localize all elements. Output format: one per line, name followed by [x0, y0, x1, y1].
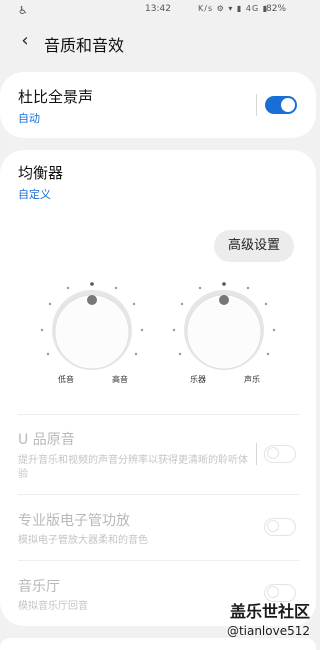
equalizer-preset: 自定义	[18, 188, 51, 201]
instrument-vocal-knob[interactable]	[172, 282, 276, 370]
toggle-knob	[281, 98, 295, 112]
divider	[18, 414, 300, 415]
status-bar: ♿ 13:42 K/s ⚙ ▾ ▮ 4G ▮ 82%	[0, 0, 316, 22]
status-icons: K/s ⚙ ▾ ▮ 4G ▮	[198, 4, 269, 13]
dolby-atmos-toggle[interactable]	[265, 96, 297, 114]
dolby-atmos-title: 杜比全景声	[18, 88, 94, 106]
divider	[18, 494, 300, 495]
dolby-atmos-card[interactable]: 杜比全景声 自动	[0, 72, 316, 138]
knob-dials	[40, 282, 276, 370]
battery-level: 82%	[266, 4, 287, 14]
toggle-knob	[267, 520, 279, 532]
equalizer-knobs: 低音 高音 乐器 声乐	[28, 274, 288, 394]
equalizer-card: 均衡器 自定义 高级设置 低音 高音 乐器 声乐 U 品原音 提升音乐和视频的声…	[0, 150, 316, 626]
uhq-title: U 品原音	[18, 432, 75, 448]
status-time: 13:42	[145, 4, 171, 14]
uhq-toggle[interactable]	[264, 445, 296, 463]
vocal-label: 声乐	[244, 375, 260, 384]
toggle-divider	[256, 94, 257, 116]
bass-treble-knob[interactable]	[40, 282, 144, 370]
tube-amp-description: 模拟电子管放大器柔和的音色	[18, 535, 148, 546]
equalizer-title[interactable]: 均衡器	[18, 162, 63, 183]
dolby-atmos-mode: 自动	[18, 112, 40, 125]
concert-hall-title: 音乐厅	[18, 579, 60, 595]
next-card	[0, 638, 316, 650]
instrument-label: 乐器	[190, 375, 206, 384]
divider	[18, 560, 300, 561]
back-arrow-icon: ‹	[21, 30, 29, 51]
page-title: 音质和音效	[44, 36, 125, 55]
watermark-user: @tianlove512	[226, 624, 310, 638]
back-button[interactable]: ‹	[14, 30, 36, 52]
header: ‹ 音质和音效	[0, 22, 316, 62]
watermark-brand: 盖乐世社区	[229, 602, 310, 621]
accessibility-icon: ♿	[18, 4, 28, 17]
toggle-divider	[256, 443, 257, 465]
treble-label: 高音	[112, 375, 128, 384]
toggle-knob	[267, 447, 279, 459]
tube-amp-toggle[interactable]	[264, 518, 296, 536]
uhq-description: 提升音乐和视频的声音分辨率以获得更清晰的聆听体验	[18, 455, 248, 480]
tube-amp-title: 专业版电子管功放	[18, 513, 130, 529]
concert-hall-description: 模拟音乐厅回音	[18, 601, 88, 612]
watermark: 盖乐世社区 @tianlove512	[227, 598, 310, 638]
bass-label: 低音	[58, 375, 74, 384]
toggle-knob	[267, 586, 279, 598]
advanced-settings-button[interactable]: 高级设置	[214, 230, 294, 262]
